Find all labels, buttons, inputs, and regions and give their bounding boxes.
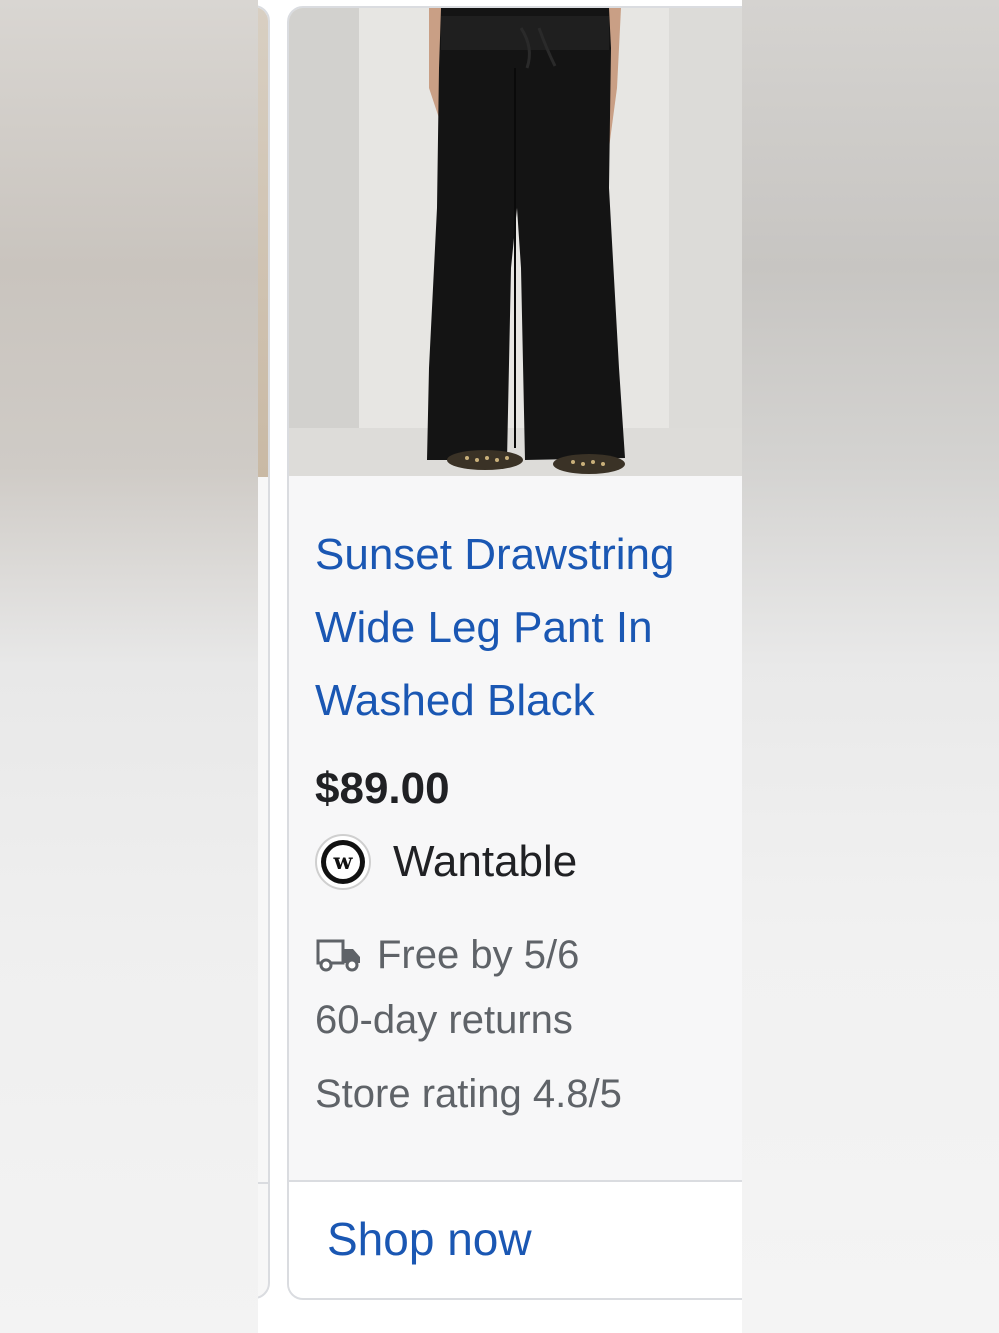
- product-price: $89.00: [315, 764, 450, 813]
- product-info: Sunset Drawstring Wide Leg Pant In Washe…: [315, 518, 735, 1131]
- previous-product-card[interactable]: [258, 5, 270, 1299]
- shop-now-button[interactable]: Shop now: [327, 1212, 532, 1266]
- background-blur-left: [0, 0, 258, 1333]
- previous-card-divider: [258, 1182, 268, 1184]
- product-card[interactable]: Sunset Drawstring Wide Leg Pant In Washe…: [287, 6, 742, 1300]
- merchant-row[interactable]: w Wantable: [315, 831, 735, 893]
- pants-illustration: [289, 8, 742, 476]
- background-blur-right: [742, 0, 999, 1333]
- merchant-name: Wantable: [393, 837, 578, 886]
- merchant-logo-letter: w: [326, 845, 360, 879]
- card-footer: Shop now: [289, 1182, 742, 1298]
- returns-text: 60-day returns: [315, 998, 573, 1042]
- shipping-text: Free by 5/6: [377, 932, 580, 977]
- store-rating-text: Store rating 4.8/5: [315, 1072, 622, 1116]
- product-image[interactable]: [289, 8, 742, 476]
- wantable-logo-icon: w: [315, 834, 371, 890]
- shipping-row: Free by 5/6: [315, 927, 735, 983]
- previous-product-image: [258, 7, 268, 477]
- truck-icon: [316, 939, 360, 972]
- product-title[interactable]: Sunset Drawstring Wide Leg Pant In Washe…: [315, 518, 735, 737]
- product-carousel[interactable]: Sunset Drawstring Wide Leg Pant In Washe…: [258, 0, 742, 1333]
